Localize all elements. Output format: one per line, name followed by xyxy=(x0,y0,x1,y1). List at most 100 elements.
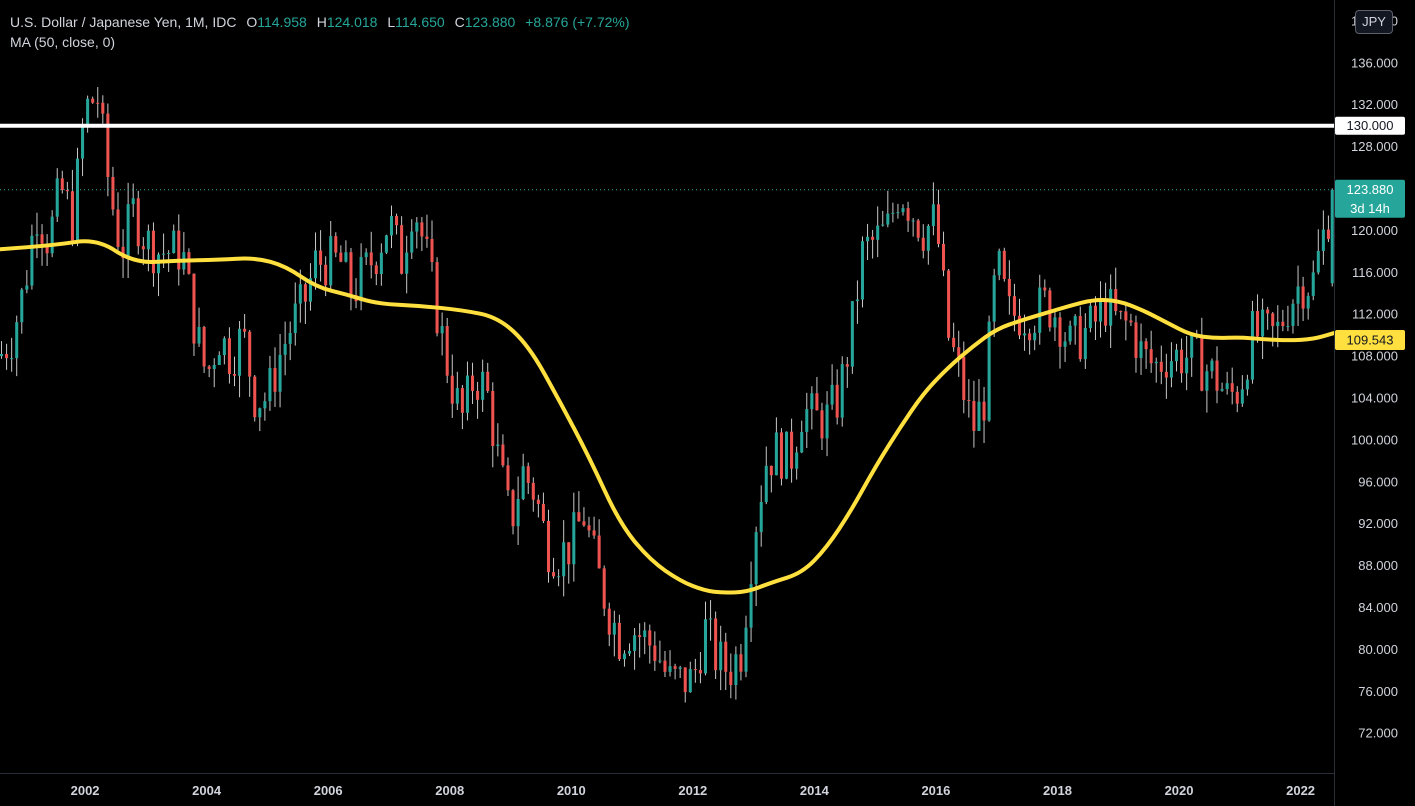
candle-body xyxy=(759,501,763,533)
candle-body xyxy=(20,289,24,323)
candle-body xyxy=(709,618,713,620)
ma-price-label: 109.543 xyxy=(1335,329,1405,350)
candle-body xyxy=(942,243,946,271)
time-tick: 2022 xyxy=(1286,783,1315,798)
candle-body xyxy=(622,653,626,660)
candle-body xyxy=(253,376,257,418)
candle-body xyxy=(582,521,586,526)
candle-body xyxy=(891,212,895,214)
candle-body xyxy=(931,204,935,226)
candle-body xyxy=(303,284,307,302)
candle-body xyxy=(486,371,490,391)
candle-body xyxy=(972,400,976,431)
candle-body xyxy=(911,220,915,222)
candle-body xyxy=(314,250,318,279)
open-value: 114.958 xyxy=(257,14,307,30)
candle-body xyxy=(0,354,4,357)
low-value: 114.650 xyxy=(395,14,445,30)
candle-body xyxy=(1073,316,1077,326)
candle-body xyxy=(982,401,986,421)
candle-body xyxy=(1230,383,1234,392)
price-tick: 100.000 xyxy=(1351,432,1398,447)
candle-body xyxy=(177,230,181,270)
candle-body xyxy=(243,328,247,332)
candle-body xyxy=(1083,327,1087,360)
candle-body xyxy=(460,388,464,413)
candle-body xyxy=(1099,299,1103,322)
last-price-label: 123.880 3d 14h xyxy=(1335,179,1405,218)
candle-body xyxy=(866,236,870,242)
candle-body xyxy=(587,525,591,531)
candle-body xyxy=(101,102,105,114)
candle-body xyxy=(238,328,242,376)
candle-body xyxy=(319,250,323,265)
candle-body xyxy=(440,326,444,334)
candle-body xyxy=(1119,311,1123,313)
candle-body xyxy=(136,198,140,247)
candle-body xyxy=(1002,250,1006,279)
currency-badge[interactable]: JPY xyxy=(1355,10,1393,34)
candle-body xyxy=(283,343,287,355)
candle-body xyxy=(111,176,115,210)
last-price-text: 123.880 xyxy=(1347,182,1394,197)
candle-body xyxy=(1190,333,1194,358)
candle-body xyxy=(172,230,176,254)
candle-body xyxy=(141,246,145,250)
candle-body xyxy=(719,641,723,671)
candle-body xyxy=(688,669,692,693)
candle-body xyxy=(764,465,768,502)
symbol-row: U.S. Dollar / Japanese Yen, 1M, IDC O114… xyxy=(10,12,630,32)
candle-body xyxy=(410,231,414,253)
candle-body xyxy=(531,482,535,500)
hline-price-label: 130.000 xyxy=(1335,116,1405,135)
candle-body xyxy=(339,252,343,262)
candle-body xyxy=(896,212,900,214)
price-tick: 84.000 xyxy=(1358,600,1398,615)
candle-body xyxy=(1281,321,1285,327)
candle-body xyxy=(258,408,262,418)
ma-indicator-legend[interactable]: MA (50, close, 0) xyxy=(10,32,630,52)
candle-body xyxy=(187,252,191,274)
candle-body xyxy=(511,490,515,527)
candle-body xyxy=(901,208,905,213)
candle-body xyxy=(906,208,910,221)
chart[interactable]: 72.000 76.000 80.000 84.000 88.000 92.000 96.0… xyxy=(0,0,1415,806)
candle-body xyxy=(116,209,120,247)
candle-body xyxy=(557,576,561,578)
candle-body xyxy=(35,234,39,236)
candle-body xyxy=(952,337,956,348)
candle-body xyxy=(617,622,621,660)
candle-body xyxy=(541,503,545,521)
candle-body xyxy=(1225,383,1229,390)
candle-body xyxy=(947,270,951,338)
symbol-title[interactable]: U.S. Dollar / Japanese Yen, 1M, IDC xyxy=(10,14,236,30)
candle-body xyxy=(1276,321,1280,327)
candle-body xyxy=(516,499,520,527)
candle-body xyxy=(384,235,388,253)
candle-body xyxy=(298,284,302,304)
candle-body xyxy=(1063,341,1067,347)
candle-body xyxy=(1028,333,1032,341)
candle-body xyxy=(344,252,348,262)
candle-body xyxy=(1271,313,1275,327)
candle-body xyxy=(131,198,135,205)
candle-body xyxy=(227,338,231,374)
candle-body xyxy=(455,388,459,404)
hline-price-text: 130.000 xyxy=(1347,118,1394,133)
candle-body xyxy=(820,410,824,439)
candle-body xyxy=(288,333,292,344)
candle-body xyxy=(633,635,637,651)
candle-body xyxy=(562,542,566,577)
candle-body xyxy=(774,432,778,476)
candle-body xyxy=(703,619,708,674)
candle-body xyxy=(1164,371,1168,378)
candle-body xyxy=(192,273,196,344)
candle-body xyxy=(992,275,996,322)
candle-body xyxy=(1266,309,1270,314)
candle-body xyxy=(379,252,383,274)
time-tick: 2014 xyxy=(800,783,830,798)
candle-body xyxy=(845,364,849,367)
candle-body xyxy=(106,113,110,177)
candle-body xyxy=(795,452,799,469)
candle-body xyxy=(800,432,804,453)
